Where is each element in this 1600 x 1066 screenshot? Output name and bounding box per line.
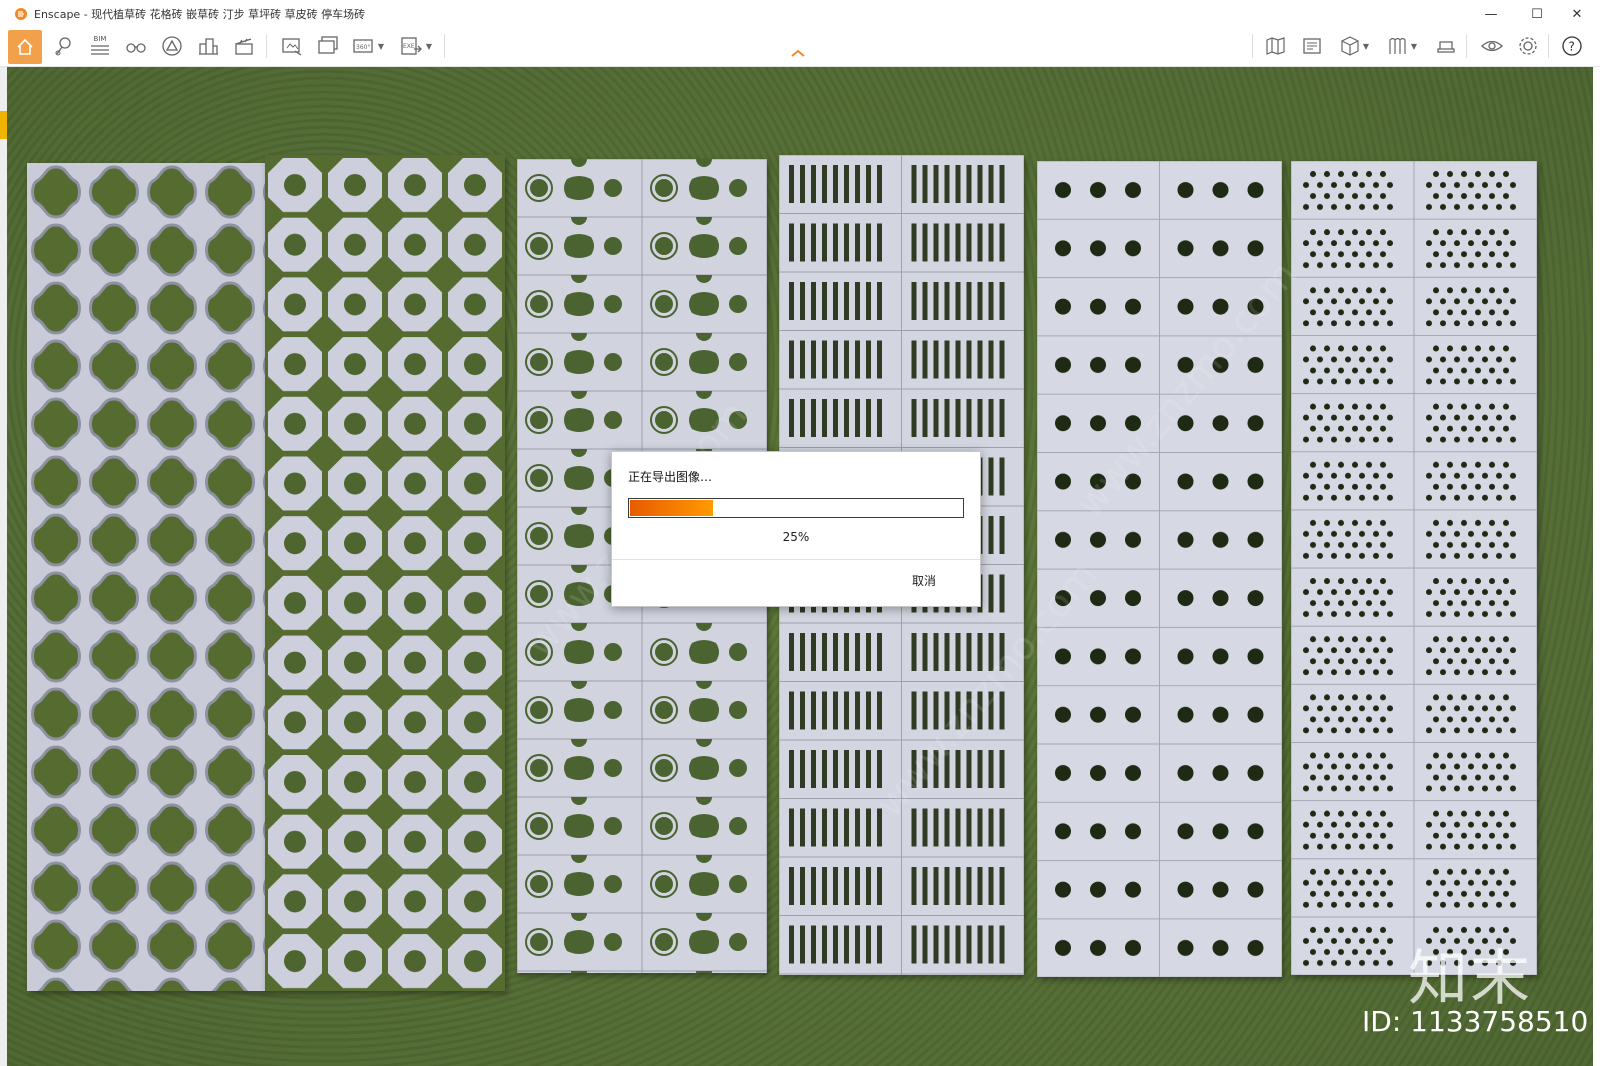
map-button[interactable] (1262, 32, 1290, 60)
paver-panel-octagon (265, 155, 505, 991)
batch-render-icon (318, 36, 338, 54)
bim-label: BIM (93, 35, 107, 43)
progress-percentage: 25% (782, 530, 810, 544)
video-button[interactable] (230, 32, 258, 60)
settings-button[interactable] (1514, 32, 1542, 60)
enscape-logo-icon (15, 8, 27, 20)
buildings-icon (199, 38, 218, 55)
asset-library-icon (1303, 38, 1321, 54)
window-title: Enscape - 现代植草砖 花格砖 嵌草砖 汀步 草坪砖 草皮砖 停车场砖 (34, 8, 366, 21)
home-icon (17, 38, 33, 55)
dialog-title: 正在导出图像… (628, 470, 713, 484)
cancel-button[interactable]: 取消 (912, 572, 936, 589)
collapse-chevron-icon[interactable] (790, 48, 806, 58)
binoculars-icon (126, 43, 146, 53)
pin-button[interactable] (50, 32, 78, 60)
close-button[interactable]: ✕ (1554, 0, 1600, 28)
panorama-icon: 360° (353, 39, 373, 53)
mountain-icon (162, 36, 182, 56)
visual-settings-button[interactable] (1478, 32, 1506, 60)
toolbar-separator (1466, 34, 1467, 58)
paver-panel-wavy (27, 163, 267, 991)
clapper-icon (235, 38, 253, 55)
export-exe-button[interactable]: EXE ▼ (396, 32, 436, 60)
eye-icon (1481, 40, 1503, 52)
home-button[interactable] (8, 30, 42, 64)
views-button[interactable] (158, 32, 186, 60)
minimize-button[interactable]: — (1468, 0, 1514, 28)
watermark-id: ID: 1133758510 (1362, 1005, 1589, 1038)
toolbar-separator (444, 34, 445, 58)
toolbar-separator (1252, 34, 1253, 58)
svg-text:?: ? (1569, 40, 1575, 54)
gear-icon (1519, 37, 1537, 55)
export-progress-dialog: 正在导出图像… 25% 取消 (611, 451, 981, 607)
pin-icon (55, 37, 71, 56)
title-bar: Enscape - 现代植草砖 花格砖 嵌草砖 汀步 草坪砖 草皮砖 停车场砖 … (0, 0, 1600, 28)
progress-bar (628, 498, 964, 518)
batch-render-button[interactable] (314, 32, 342, 60)
walk-mode-button[interactable] (122, 32, 150, 60)
svg-text:360°: 360° (356, 44, 370, 51)
watermark-logo: 知末 (1408, 944, 1532, 1014)
cube-icon (1341, 36, 1359, 56)
toolbar-separator (1548, 34, 1549, 58)
svg-text:EXE: EXE (403, 43, 415, 50)
chevron-down-icon[interactable]: ▼ (1363, 42, 1369, 51)
toolbar-separator (266, 34, 267, 58)
hat-button[interactable] (1432, 32, 1460, 60)
chevron-down-icon[interactable]: ▼ (378, 42, 384, 51)
chevron-down-icon[interactable]: ▼ (426, 42, 432, 51)
left-edge-strip (0, 67, 7, 1066)
material-icon (1389, 37, 1406, 54)
material-button[interactable]: ▼ (1382, 32, 1422, 60)
paver-panel-dots (1291, 161, 1537, 975)
cube-button[interactable]: ▼ (1334, 32, 1374, 60)
screenshot-icon (282, 38, 302, 56)
dialog-divider (612, 559, 980, 560)
help-icon: ? (1562, 36, 1582, 56)
chevron-down-icon[interactable]: ▼ (1411, 42, 1417, 51)
export-exe-icon: EXE (401, 37, 422, 55)
buildings-button[interactable] (194, 32, 222, 60)
progress-bar-fill (630, 500, 713, 516)
bim-icon (91, 45, 109, 55)
screenshot-button[interactable] (278, 32, 306, 60)
help-button[interactable]: ? (1558, 32, 1586, 60)
map-icon (1266, 37, 1285, 55)
asset-library-button[interactable] (1298, 32, 1326, 60)
bim-button[interactable]: BIM (86, 32, 114, 60)
panorama-button[interactable]: 360° ▼ (348, 32, 388, 60)
hat-icon (1437, 41, 1455, 53)
